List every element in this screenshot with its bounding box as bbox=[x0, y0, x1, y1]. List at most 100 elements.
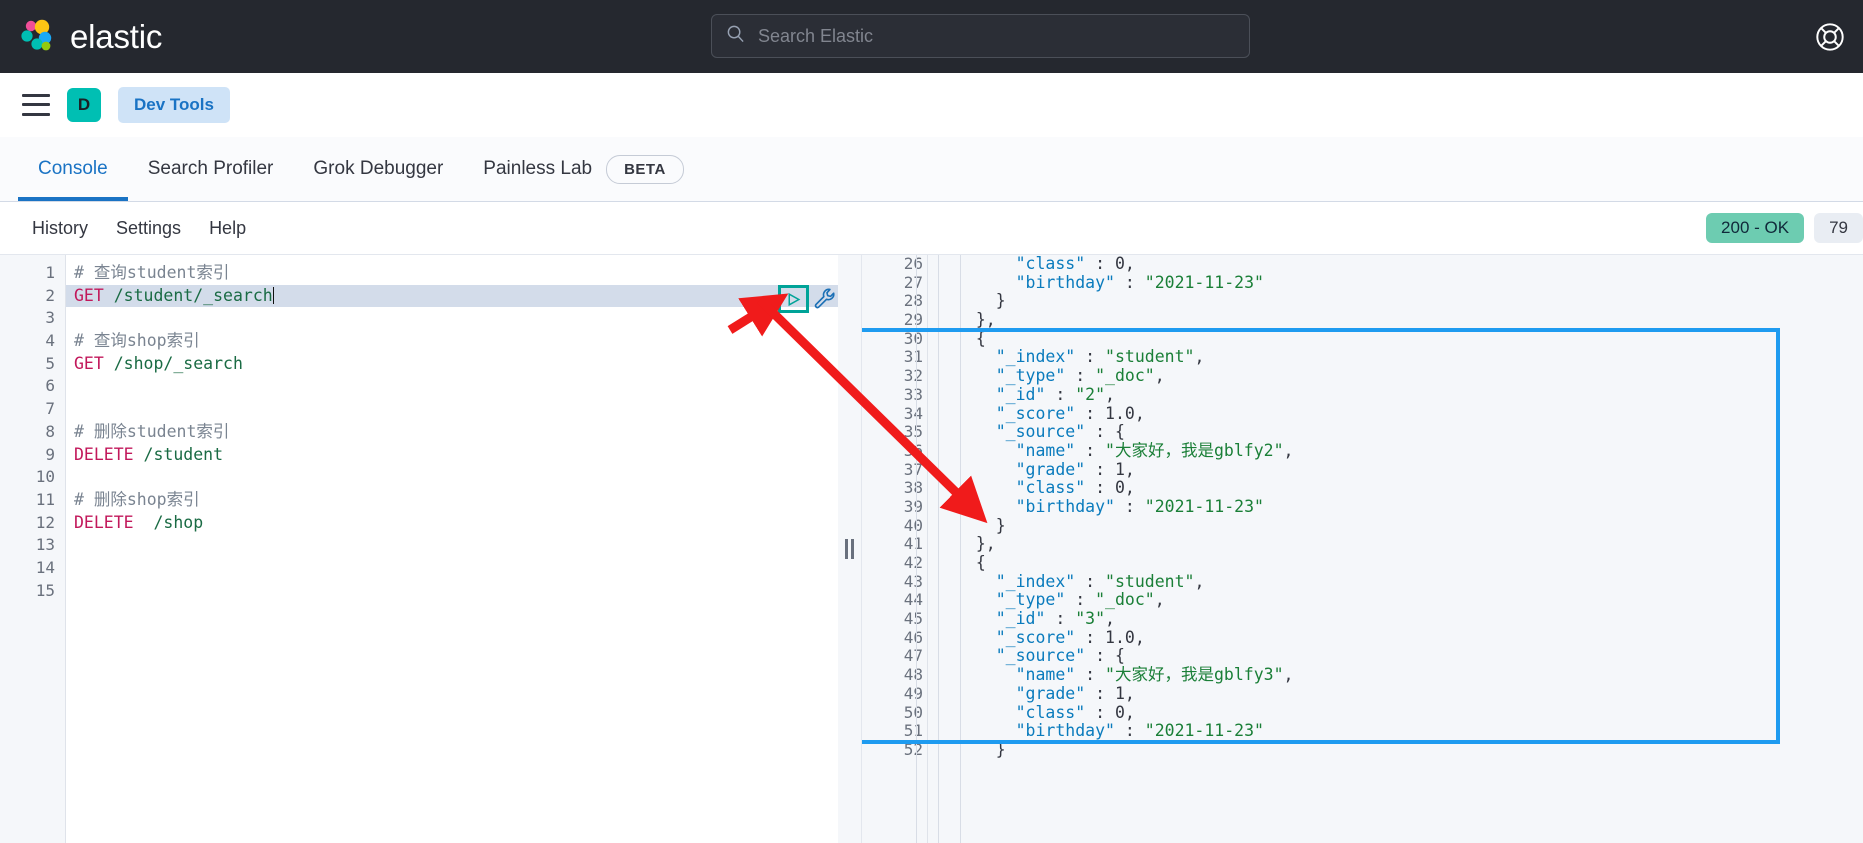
response-line-number: 36 bbox=[862, 442, 927, 461]
brand: elastic bbox=[0, 18, 162, 56]
code-token-comment: # 查询shop索引 bbox=[74, 331, 200, 350]
editor-line[interactable] bbox=[66, 534, 838, 557]
json-key: "class" bbox=[1016, 478, 1086, 497]
json-string: "student" bbox=[1105, 572, 1194, 591]
editor-line[interactable]: GET /shop/_search bbox=[66, 353, 838, 376]
code-punct bbox=[956, 684, 1016, 703]
code-punct: : bbox=[1045, 385, 1075, 404]
response-viewer[interactable]: 262728▲29▲30▼3132333435▼3637383940▲41▲42… bbox=[862, 255, 1863, 843]
toolbar-settings-link[interactable]: Settings bbox=[102, 218, 195, 239]
code-punct: } bbox=[956, 516, 1006, 535]
editor-line[interactable] bbox=[66, 466, 838, 489]
code-punct bbox=[956, 273, 1016, 292]
json-key: "_index" bbox=[996, 347, 1075, 366]
editor-line-number: 8 bbox=[0, 421, 65, 444]
tab-search-profiler-label: Search Profiler bbox=[148, 158, 274, 180]
tab-grok-debugger[interactable]: Grok Debugger bbox=[293, 137, 463, 201]
code-punct: : bbox=[1085, 255, 1115, 273]
response-line-number: 51 bbox=[862, 722, 927, 741]
response-line: }, bbox=[956, 311, 1863, 330]
toolbar-help-link[interactable]: Help bbox=[195, 218, 260, 239]
code-punct: : bbox=[1115, 721, 1145, 740]
editor-line[interactable]: # 删除shop索引 bbox=[66, 489, 838, 512]
editor-line[interactable] bbox=[66, 580, 838, 603]
code-punct: : bbox=[1085, 703, 1115, 722]
code-punct bbox=[956, 665, 1016, 684]
response-line-numbers: 262728▲29▲30▼3132333435▼3637383940▲41▲42… bbox=[862, 255, 928, 843]
elastic-logo-icon bbox=[18, 18, 56, 56]
play-run-icon[interactable] bbox=[778, 285, 809, 313]
code-punct: : bbox=[1075, 347, 1105, 366]
code-punct: : bbox=[1075, 404, 1105, 423]
json-key: "birthday" bbox=[1016, 273, 1115, 292]
status-badge: 200 - OK bbox=[1706, 213, 1804, 243]
global-search-input[interactable]: Search Elastic bbox=[711, 14, 1250, 58]
response-line: "grade" : 1, bbox=[956, 685, 1863, 704]
space-avatar[interactable]: D bbox=[67, 88, 101, 122]
json-string: "2021-11-23" bbox=[1145, 497, 1264, 516]
response-line: }, bbox=[956, 535, 1863, 554]
beta-badge: BETA bbox=[606, 155, 684, 184]
json-string: "2021-11-23" bbox=[1145, 273, 1264, 292]
pane-splitter[interactable] bbox=[838, 255, 862, 843]
json-key: "_score" bbox=[996, 628, 1075, 647]
editor-line[interactable]: DELETE /student bbox=[66, 444, 838, 467]
editor-line[interactable] bbox=[66, 375, 838, 398]
code-punct: , bbox=[1135, 628, 1145, 647]
editor-line[interactable]: # 删除student索引 bbox=[66, 421, 838, 444]
editor-line[interactable]: # 查询student索引 bbox=[66, 262, 838, 285]
json-key: "name" bbox=[1016, 441, 1076, 460]
response-line-number: 41▲ bbox=[862, 535, 927, 554]
response-code[interactable]: "class" : 0, "birthday" : "2021-11-23" }… bbox=[928, 255, 1863, 843]
response-line: "_source" : { bbox=[956, 647, 1863, 666]
editor-code[interactable]: # 查询student索引GET /student/_search # 查询sh… bbox=[66, 255, 838, 843]
editor-line-number: 11 bbox=[0, 489, 65, 512]
response-line-number: 45 bbox=[862, 610, 927, 629]
editor-line[interactable]: GET /student/_search bbox=[66, 285, 838, 308]
response-line: "name" : "大家好，我是gblfy3", bbox=[956, 666, 1863, 685]
tab-painless-lab[interactable]: Painless Lab BETA bbox=[463, 137, 704, 201]
editor-line-number: 4 bbox=[0, 330, 65, 353]
search-icon bbox=[726, 24, 745, 48]
json-string: "_doc" bbox=[1095, 590, 1155, 609]
response-line: "class" : 0, bbox=[956, 479, 1863, 498]
code-punct: } bbox=[956, 740, 1006, 759]
json-number: 0 bbox=[1115, 478, 1125, 497]
json-key: "birthday" bbox=[1016, 721, 1115, 740]
response-line: "class" : 0, bbox=[956, 704, 1863, 723]
editor-line[interactable]: # 查询shop索引 bbox=[66, 330, 838, 353]
editor-line[interactable] bbox=[66, 398, 838, 421]
response-line-number: 47▼ bbox=[862, 647, 927, 666]
response-line: "_score" : 1.0, bbox=[956, 629, 1863, 648]
code-punct: }, bbox=[956, 310, 996, 329]
response-time-badge: 79 bbox=[1814, 213, 1863, 243]
breadcrumb-dev-tools[interactable]: Dev Tools bbox=[118, 87, 230, 123]
code-token-method: GET bbox=[74, 354, 104, 373]
editor-line[interactable]: DELETE /shop bbox=[66, 512, 838, 535]
lifebuoy-help-icon[interactable] bbox=[1811, 18, 1849, 56]
editor-line[interactable] bbox=[66, 557, 838, 580]
wrench-icon[interactable] bbox=[812, 286, 838, 312]
request-editor[interactable]: 123456789101112131415 # 查询student索引GET /… bbox=[0, 255, 838, 843]
response-line-number: 39 bbox=[862, 498, 927, 517]
breadcrumb-bar: D Dev Tools bbox=[0, 73, 1863, 137]
response-line: "_id" : "2", bbox=[956, 386, 1863, 405]
response-line: "_type" : "_doc", bbox=[956, 591, 1863, 610]
code-punct: , bbox=[1194, 572, 1204, 591]
json-string: "3" bbox=[1075, 609, 1105, 628]
response-line: } bbox=[956, 292, 1863, 311]
code-punct: }, bbox=[956, 534, 996, 553]
toolbar-history-link[interactable]: History bbox=[18, 218, 102, 239]
json-key: "grade" bbox=[1016, 460, 1086, 479]
editor-line-number: 9 bbox=[0, 444, 65, 467]
editor-line[interactable] bbox=[66, 307, 838, 330]
code-punct bbox=[956, 703, 1016, 722]
tab-search-profiler[interactable]: Search Profiler bbox=[128, 137, 294, 201]
tab-console[interactable]: Console bbox=[18, 137, 128, 201]
tab-grok-debugger-label: Grok Debugger bbox=[313, 158, 443, 180]
hamburger-menu-icon[interactable] bbox=[22, 94, 50, 116]
editor-line-number: 15 bbox=[0, 580, 65, 603]
response-line-number: 29▲ bbox=[862, 311, 927, 330]
code-punct: , bbox=[1125, 460, 1135, 479]
json-number: 0 bbox=[1115, 255, 1125, 273]
